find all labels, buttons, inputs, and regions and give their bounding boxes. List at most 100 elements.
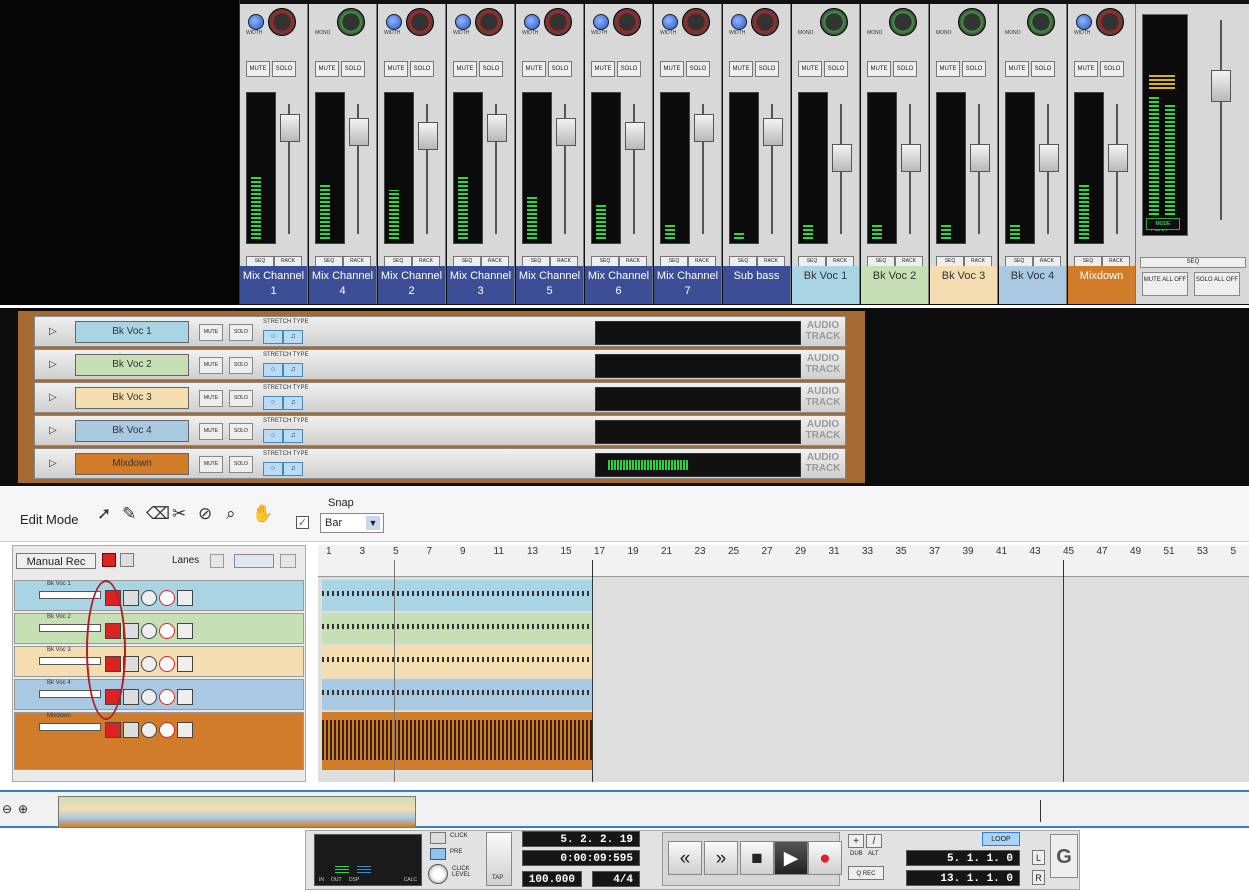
stop-button[interactable]: ■	[740, 841, 774, 875]
solo-button[interactable]: SOLO	[410, 61, 434, 77]
solo-all-off-button[interactable]: SOLO ALL OFF	[1194, 272, 1240, 296]
solo-button[interactable]: SOLO	[755, 61, 779, 77]
rack-solo-button[interactable]: SOLO	[229, 324, 253, 341]
mute-button[interactable]: MUTE	[936, 61, 960, 77]
channel-fader[interactable]	[970, 144, 990, 172]
rack-solo-button[interactable]: SOLO	[229, 390, 253, 407]
fast-forward-button[interactable]: »	[704, 841, 738, 875]
monitor-button[interactable]	[123, 689, 139, 705]
channel-fader[interactable]	[763, 118, 783, 146]
speaker-icon[interactable]	[177, 722, 193, 738]
stretch-melodic-button[interactable]: ♫	[283, 462, 303, 476]
rack-track-name[interactable]: Bk Voc 1	[75, 321, 189, 343]
zoom-out-icon[interactable]: ⊖	[2, 802, 12, 816]
audio-clip[interactable]	[322, 679, 592, 710]
record-icon[interactable]	[159, 623, 175, 639]
record-enable-all-button[interactable]	[102, 553, 116, 567]
song-position-marker[interactable]	[394, 560, 395, 782]
rack-solo-button[interactable]: SOLO	[229, 456, 253, 473]
pan-knob-icon[interactable]	[544, 8, 572, 36]
rack-track-name[interactable]: Bk Voc 4	[75, 420, 189, 442]
rewind-button[interactable]: «	[668, 841, 702, 875]
width-knob-icon[interactable]	[662, 14, 678, 30]
pan-knob-icon[interactable]	[613, 8, 641, 36]
magnify-tool-icon[interactable]: ⌕	[226, 504, 236, 524]
speaker-icon[interactable]	[177, 623, 193, 639]
audio-clip[interactable]	[322, 580, 592, 611]
channel-name[interactable]: Mixdown	[1068, 266, 1135, 304]
rack-track-name[interactable]: Mixdown	[75, 453, 189, 475]
alt-button[interactable]: /	[866, 834, 882, 848]
click-button[interactable]	[430, 832, 446, 844]
channel-fader[interactable]	[1108, 144, 1128, 172]
mute-button[interactable]: MUTE	[246, 61, 270, 77]
master-mode-button[interactable]: MODE	[1146, 218, 1180, 230]
rack-mute-button[interactable]: MUTE	[199, 456, 223, 473]
sequencer-track-header[interactable]: Mixdown	[14, 712, 304, 770]
loop-record-icon[interactable]	[141, 656, 157, 672]
monitor-all-button[interactable]	[120, 553, 134, 567]
stretch-voice-button[interactable]: ○	[263, 462, 283, 476]
pan-knob-icon[interactable]	[751, 8, 779, 36]
channel-name[interactable]: Mix Channel 2	[378, 266, 445, 304]
mute-button[interactable]: MUTE	[798, 61, 822, 77]
snap-select[interactable]: Bar ▼	[320, 513, 384, 533]
channel-fader[interactable]	[694, 114, 714, 142]
solo-button[interactable]: SOLO	[962, 61, 986, 77]
song-time-display[interactable]: 0:00:09:595	[522, 850, 640, 866]
solo-button[interactable]: SOLO	[1100, 61, 1124, 77]
pan-knob-icon[interactable]	[889, 8, 917, 36]
width-knob-icon[interactable]	[386, 14, 402, 30]
solo-button[interactable]: SOLO	[272, 61, 296, 77]
lanes-menu-button[interactable]	[234, 554, 274, 568]
channel-name[interactable]: Mix Channel 4	[309, 266, 376, 304]
channel-fader[interactable]	[901, 144, 921, 172]
speaker-icon[interactable]	[177, 590, 193, 606]
mute-button[interactable]: MUTE	[591, 61, 615, 77]
channel-fader[interactable]	[487, 114, 507, 142]
sequencer-track-header[interactable]: Bk Voc 3	[14, 646, 304, 677]
dub-button[interactable]: +	[848, 834, 864, 848]
width-knob-icon[interactable]	[1076, 14, 1092, 30]
pre-button[interactable]	[430, 848, 446, 860]
rack-track-name[interactable]: Bk Voc 2	[75, 354, 189, 376]
track-volume-slider[interactable]	[39, 723, 101, 731]
mute-button[interactable]: MUTE	[315, 61, 339, 77]
right-locator-display[interactable]: 13. 1. 1. 0	[906, 870, 1020, 886]
stretch-voice-button[interactable]: ○	[263, 429, 283, 443]
expand-arrow-icon[interactable]: ▷	[49, 359, 57, 370]
channel-fader[interactable]	[349, 118, 369, 146]
channel-name[interactable]: Bk Voc 4	[999, 266, 1066, 304]
mute-button[interactable]: MUTE	[867, 61, 891, 77]
click-level-knob[interactable]	[428, 864, 448, 884]
time-signature-display[interactable]: 4/4	[592, 871, 640, 887]
mute-button[interactable]: MUTE	[1074, 61, 1098, 77]
width-knob-icon[interactable]	[455, 14, 471, 30]
pan-knob-icon[interactable]	[1027, 8, 1055, 36]
manual-rec-button[interactable]: Manual Rec	[16, 553, 96, 569]
eraser-tool-icon[interactable]: ⌫	[146, 504, 170, 524]
pan-knob-icon[interactable]	[475, 8, 503, 36]
audio-clip[interactable]	[322, 646, 592, 677]
audio-clip[interactable]	[322, 712, 592, 770]
mute-button[interactable]: MUTE	[384, 61, 408, 77]
channel-name[interactable]: Mix Channel 7	[654, 266, 721, 304]
pan-knob-icon[interactable]	[958, 8, 986, 36]
solo-button[interactable]: SOLO	[341, 61, 365, 77]
expand-arrow-icon[interactable]: ▷	[49, 326, 57, 337]
rack-track-name[interactable]: Bk Voc 3	[75, 387, 189, 409]
channel-fader[interactable]	[418, 122, 438, 150]
channel-fader[interactable]	[280, 114, 300, 142]
hand-tool-icon[interactable]: ✋	[252, 504, 273, 524]
solo-button[interactable]: SOLO	[686, 61, 710, 77]
sequencer-track-header[interactable]: Bk Voc 4	[14, 679, 304, 710]
loop-record-icon[interactable]	[141, 623, 157, 639]
stretch-voice-button[interactable]: ○	[263, 330, 283, 344]
lanes-button[interactable]	[210, 554, 224, 568]
pan-knob-icon[interactable]	[820, 8, 848, 36]
pan-knob-icon[interactable]	[268, 8, 296, 36]
solo-button[interactable]: SOLO	[893, 61, 917, 77]
channel-fader[interactable]	[1039, 144, 1059, 172]
rack-mute-button[interactable]: MUTE	[199, 423, 223, 440]
rack-mute-button[interactable]: MUTE	[199, 357, 223, 374]
